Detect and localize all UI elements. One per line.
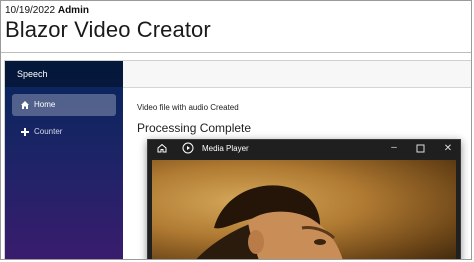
top-bar — [123, 61, 471, 88]
header-divider — [1, 52, 471, 53]
sidebar-item-label: Counter — [34, 127, 63, 136]
video-frame[interactable] — [152, 160, 456, 259]
sidebar-brand[interactable]: Speech — [5, 61, 123, 87]
page-title: Blazor Video Creator — [5, 17, 211, 42]
maximize-icon[interactable] — [410, 140, 430, 158]
screenshot-frame: 10/19/2022 Admin Blazor Video Creator Sp… — [0, 0, 472, 260]
minimize-icon[interactable]: – — [384, 140, 404, 158]
header-date: 10/19/2022 — [5, 5, 56, 16]
plus-icon — [20, 121, 30, 152]
close-icon[interactable]: ✕ — [438, 140, 458, 158]
portrait-image — [196, 185, 343, 259]
media-player-titlebar[interactable]: Media Player – ✕ — [148, 140, 460, 158]
sidebar-item-home[interactable]: Home — [12, 94, 116, 116]
sidebar-item-counter[interactable]: Counter — [12, 121, 116, 143]
status-message: Video file with audio Created — [137, 103, 239, 112]
media-player-window[interactable]: Media Player – ✕ — [147, 139, 461, 259]
home-icon[interactable] — [156, 142, 168, 154]
processing-heading: Processing Complete — [137, 121, 252, 135]
sidebar: Speech Home Counter — [5, 61, 123, 259]
page-header: 10/19/2022 Admin — [5, 5, 89, 16]
play-icon — [182, 142, 194, 154]
sidebar-item-label: Home — [34, 100, 56, 109]
media-player-title: Media Player — [202, 144, 249, 153]
header-user: Admin — [57, 5, 89, 16]
